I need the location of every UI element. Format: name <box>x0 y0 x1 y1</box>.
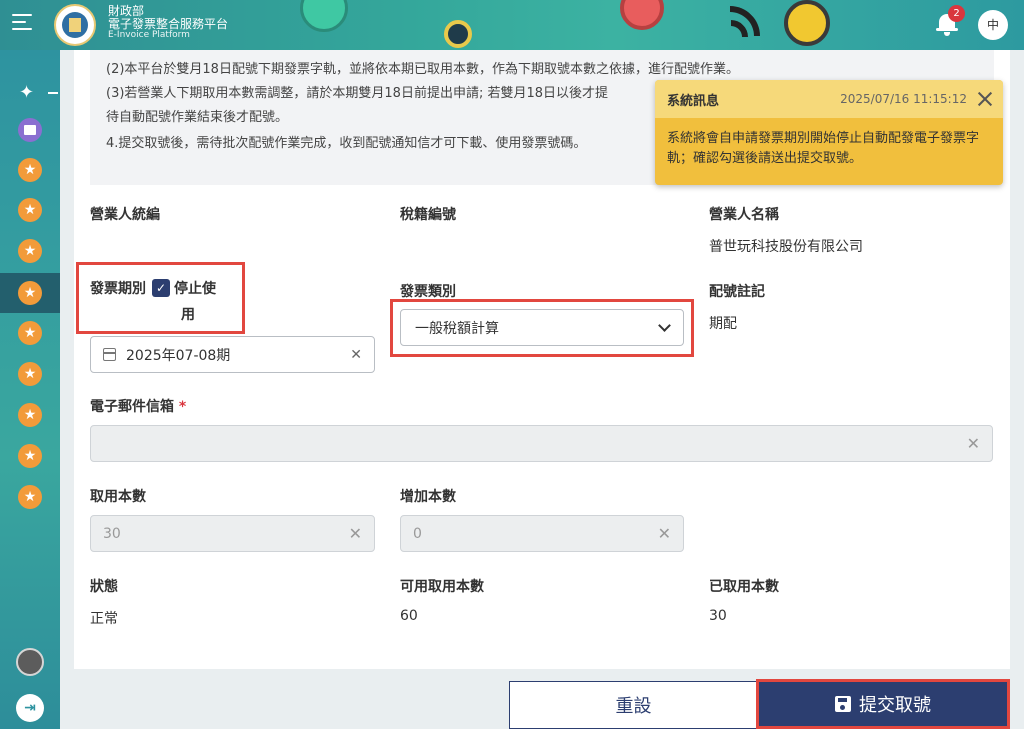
status-label: 狀態 <box>90 579 118 595</box>
toast-message: 系統將會自申請發票期別開始停止自動配發電子發票字軌；確認勾選後請送出提交取號。 <box>667 131 980 166</box>
period-row: 發票期別 ✓ 停止使 <box>90 278 216 298</box>
sidebar-star-icon[interactable]: ★ <box>18 239 42 263</box>
tax-id-label: 稅籍編號 <box>400 207 456 223</box>
taken-value: 30 <box>709 608 727 624</box>
notification-badge: 2 <box>948 5 965 22</box>
take-count-value: 30 <box>103 525 121 542</box>
decoration-coin <box>444 20 472 48</box>
assign-note-label: 配號註記 <box>709 284 765 300</box>
clear-icon[interactable]: ✕ <box>349 524 362 543</box>
decoration-circle <box>620 0 664 30</box>
highlight-box <box>76 262 245 334</box>
menu-icon[interactable] <box>12 14 32 32</box>
period-date-field[interactable]: 2025年07-08期 ✕ <box>90 336 375 373</box>
clear-icon[interactable]: ✕ <box>658 524 671 543</box>
top-header: 財政部 電子發票整合服務平台 E-Invoice Platform 2 中 <box>0 0 1024 50</box>
business-name-value: 普世玩科技股份有限公司 <box>709 239 863 255</box>
sidebar-star-icon[interactable]: ★ <box>18 444 42 468</box>
sidebar-star-icon-active[interactable]: ★ <box>18 281 42 305</box>
add-count-label: 增加本數 <box>400 489 456 505</box>
take-count-label: 取用本數 <box>90 489 146 505</box>
reset-button[interactable]: 重設 <box>509 681 758 729</box>
add-count-field[interactable]: 0 ✕ <box>400 515 684 552</box>
clear-icon[interactable]: ✕ <box>967 434 980 453</box>
invoice-type-value: 一般稅額計算 <box>415 320 499 337</box>
required-mark: * <box>178 399 187 415</box>
sidebar-star-icon[interactable]: ★ <box>18 485 42 509</box>
sidebar-star-icon[interactable]: ★ <box>18 362 42 386</box>
notice-line: (2)本平台於雙月18日配號下期發票字軌，並將依本期已取用本數，作為下期取號本數… <box>106 62 739 77</box>
toast-timestamp: 2025/07/16 11:15:12 <box>840 92 967 106</box>
stop-use-label: 停止使 <box>174 281 216 297</box>
take-count-field[interactable]: 30 ✕ <box>90 515 375 552</box>
stop-use-checkbox[interactable]: ✓ <box>152 279 170 297</box>
decoration-coin <box>784 0 830 46</box>
map-icon[interactable] <box>18 118 42 142</box>
submit-button[interactable]: 提交取號 <box>756 679 1010 729</box>
email-field[interactable]: ✕ <box>90 425 993 462</box>
sidebar-star-icon[interactable]: ★ <box>18 198 42 222</box>
ministry-logo[interactable] <box>54 4 96 46</box>
period-label: 發票期別 <box>90 281 146 297</box>
close-icon[interactable] <box>977 91 993 107</box>
toast-title: 系統訊息 <box>667 93 720 109</box>
sidebar-star-icon[interactable]: ★ <box>18 158 42 182</box>
period-date-value: 2025年07-08期 <box>126 347 231 364</box>
assign-note-value: 期配 <box>709 316 737 332</box>
brand-title[interactable]: 財政部 電子發票整合服務平台 E-Invoice Platform <box>108 4 228 41</box>
calendar-icon <box>103 348 116 361</box>
magic-wand-icon[interactable]: ✦ <box>19 82 34 103</box>
clear-icon[interactable]: ✕ <box>350 347 362 363</box>
status-value: 正常 <box>90 611 118 627</box>
collapse-dash <box>48 92 58 94</box>
toast-header: 系統訊息 2025/07/16 11:15:12 <box>655 80 1003 118</box>
save-icon <box>835 696 851 712</box>
sidebar-star-icon[interactable]: ★ <box>18 321 42 345</box>
available-label: 可用取用本數 <box>400 579 484 595</box>
sidebar-star-icon[interactable]: ★ <box>18 403 42 427</box>
invoice-type-label: 發票類別 <box>400 284 456 300</box>
business-name-label: 營業人名稱 <box>709 207 779 223</box>
decoration-circle <box>300 0 348 32</box>
business-id-label: 營業人統編 <box>90 207 160 223</box>
platform-name-en: E-Invoice Platform <box>108 30 190 41</box>
taken-label: 已取用本數 <box>709 579 779 595</box>
system-message-toast: 系統訊息 2025/07/16 11:15:12 系統將會自申請發票期別開始停止… <box>655 80 1003 185</box>
chevron-down-icon <box>658 319 671 332</box>
language-switch[interactable]: 中 <box>978 10 1008 40</box>
email-label: 電子郵件信箱 * <box>90 396 186 416</box>
user-avatar[interactable] <box>16 648 44 676</box>
add-count-value: 0 <box>413 525 422 542</box>
invoice-type-select[interactable]: 一般稅額計算 <box>400 309 684 346</box>
stop-use-label-wrap: 用 <box>181 307 195 323</box>
available-value: 60 <box>400 608 418 624</box>
sidebar: ✦ ★ ★ ★ ★ ★ ★ ★ ★ ★ ⇥ <box>0 50 60 729</box>
email-label-text: 電子郵件信箱 <box>90 399 174 415</box>
logout-icon[interactable]: ⇥ <box>16 694 44 722</box>
submit-label: 提交取號 <box>859 695 931 716</box>
